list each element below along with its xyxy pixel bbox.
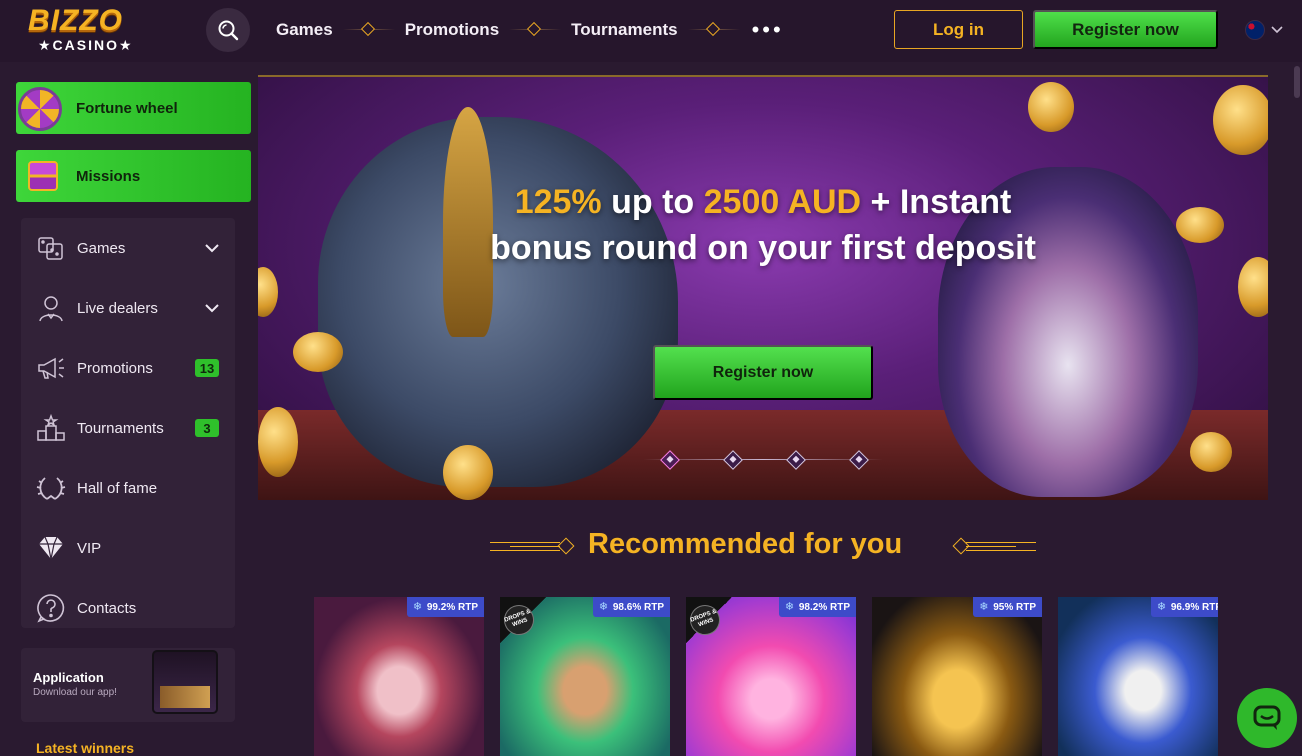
- carousel-indicators: [643, 450, 883, 470]
- recommended-header: Recommended for you: [490, 528, 1036, 564]
- banner-register-button[interactable]: Register now: [653, 345, 873, 400]
- missions-label: Missions: [76, 167, 141, 185]
- rtp-badge: 96.9% RTP: [1150, 597, 1218, 617]
- sidebar-item-label: Contacts: [77, 599, 137, 617]
- bonus-text: up to: [601, 183, 704, 221]
- carousel-dot[interactable]: [660, 450, 680, 470]
- gold-coin-image: [293, 332, 343, 372]
- rhino-illustration: [318, 117, 678, 487]
- sidebar-menu: Games Live dealers Promotions 13 Tournam…: [21, 218, 235, 628]
- rtp-badge: 99.2% RTP: [406, 597, 484, 617]
- australia-flag-icon: [1245, 20, 1265, 40]
- games-icon: [35, 232, 67, 264]
- game-tile[interactable]: 96.9% RTP: [1058, 597, 1218, 756]
- sidebar-item-games[interactable]: Games: [21, 218, 235, 278]
- sidebar-item-label: Live dealers: [77, 299, 158, 317]
- gold-coin-image: [1190, 432, 1232, 472]
- recommended-games-row: 99.2% RTP DROPS & WINS 98.6% RTP DROPS &…: [314, 597, 1218, 756]
- top-bar: BIZZO ★CASINO★ Games Promotions Tourname…: [0, 0, 1302, 62]
- carousel-dot[interactable]: [723, 450, 743, 470]
- fortune-wheel-icon: [18, 87, 62, 131]
- rtp-badge: 95% RTP: [973, 597, 1042, 617]
- nav-tournaments[interactable]: Tournaments: [571, 20, 677, 40]
- chevron-down-icon: [1271, 26, 1283, 34]
- sidebar-item-contacts[interactable]: Contacts: [21, 578, 235, 638]
- gold-coin-image: [1238, 257, 1268, 317]
- help-icon: [35, 592, 67, 624]
- sidebar-item-promotions[interactable]: Promotions 13: [21, 338, 235, 398]
- promotions-count-badge: 13: [195, 359, 219, 377]
- tournaments-count-badge: 3: [195, 419, 219, 437]
- download-app-card[interactable]: Application Download our app!: [21, 648, 235, 722]
- nav-promotions[interactable]: Promotions: [405, 20, 499, 40]
- rtp-badge: 98.2% RTP: [778, 597, 856, 617]
- fortune-wheel-label: Fortune wheel: [76, 99, 178, 117]
- live-dealer-icon: [35, 292, 67, 324]
- logo-subtitle: ★CASINO★: [38, 37, 134, 53]
- carousel-dot[interactable]: [849, 450, 869, 470]
- ornament-left: [490, 537, 578, 555]
- sidebar-item-label: Games: [77, 239, 126, 257]
- fortune-wheel-button[interactable]: Fortune wheel: [16, 82, 251, 134]
- sidebar-item-label: VIP: [77, 539, 102, 557]
- sidebar-item-tournaments[interactable]: Tournaments 3: [21, 398, 235, 458]
- page-scrollbar[interactable]: [1294, 66, 1300, 98]
- rtp-badge: 98.6% RTP: [592, 597, 670, 617]
- nav-separator: [509, 19, 562, 41]
- gold-coin-image: [1213, 85, 1268, 155]
- megaphone-icon: [35, 352, 67, 384]
- gold-coin-image: [258, 267, 278, 317]
- bizzo-casino-logo[interactable]: BIZZO ★CASINO★: [28, 4, 152, 56]
- gold-coin-image: [1028, 82, 1074, 132]
- nav-separator: [342, 19, 395, 41]
- search-button[interactable]: [206, 8, 250, 52]
- drops-and-wins-badge: DROPS & WINS: [500, 597, 546, 643]
- app-card-title: Application: [33, 670, 104, 685]
- sidebar-item-vip[interactable]: VIP: [21, 518, 235, 578]
- recommended-title: Recommended for you: [588, 528, 903, 560]
- game-tile[interactable]: 95% RTP: [872, 597, 1042, 756]
- banner-headline: 125% up to 2500 AUD + Instant bonus roun…: [478, 179, 1048, 271]
- phone-mockup-image: [152, 650, 218, 714]
- treasure-chest-icon: [28, 161, 58, 191]
- carousel-dot[interactable]: [786, 450, 806, 470]
- search-icon: [218, 20, 239, 41]
- sidebar: Fortune wheel Missions Games Live dealer…: [0, 62, 258, 756]
- game-tile[interactable]: DROPS & WINS 98.2% RTP: [686, 597, 856, 756]
- gold-coin-image: [1176, 207, 1224, 243]
- sidebar-item-label: Hall of fame: [77, 479, 158, 497]
- game-tile[interactable]: DROPS & WINS 98.6% RTP: [500, 597, 670, 756]
- chevron-down-icon[interactable]: [205, 243, 219, 253]
- podium-icon: [35, 412, 67, 444]
- ornament-right: [948, 537, 1036, 555]
- gold-coin-image: [443, 445, 493, 500]
- latest-winners-heading: Latest winners: [36, 740, 135, 756]
- gold-coin-image: [258, 407, 298, 477]
- main-nav: Games Promotions Tournaments •••: [276, 19, 784, 41]
- logo-wordmark: BIZZO: [28, 4, 123, 37]
- laurel-icon: [35, 472, 67, 504]
- language-selector[interactable]: [1245, 20, 1283, 40]
- sidebar-item-label: Tournaments: [77, 419, 164, 437]
- diamond-icon: [35, 532, 67, 564]
- chevron-down-icon[interactable]: [205, 303, 219, 313]
- app-card-subtitle: Download our app!: [33, 687, 117, 698]
- game-tile[interactable]: 99.2% RTP: [314, 597, 484, 756]
- missions-button[interactable]: Missions: [16, 150, 251, 202]
- nav-separator: [687, 19, 740, 41]
- drops-and-wins-badge: DROPS & WINS: [686, 597, 732, 643]
- sidebar-item-hall-of-fame[interactable]: Hall of fame: [21, 458, 235, 518]
- live-chat-button[interactable]: [1237, 688, 1297, 748]
- register-button[interactable]: Register now: [1033, 10, 1218, 49]
- hero-banner: 125% up to 2500 AUD + Instant bonus roun…: [258, 75, 1268, 500]
- nav-more-button[interactable]: •••: [752, 19, 784, 41]
- chat-icon: [1253, 705, 1281, 730]
- login-button[interactable]: Log in: [894, 10, 1023, 49]
- sidebar-item-label: Promotions: [77, 359, 153, 377]
- bonus-percent: 125%: [514, 183, 602, 221]
- bonus-amount: 2500 AUD: [703, 183, 862, 221]
- sidebar-item-live-dealers[interactable]: Live dealers: [21, 278, 235, 338]
- nav-games[interactable]: Games: [276, 20, 333, 40]
